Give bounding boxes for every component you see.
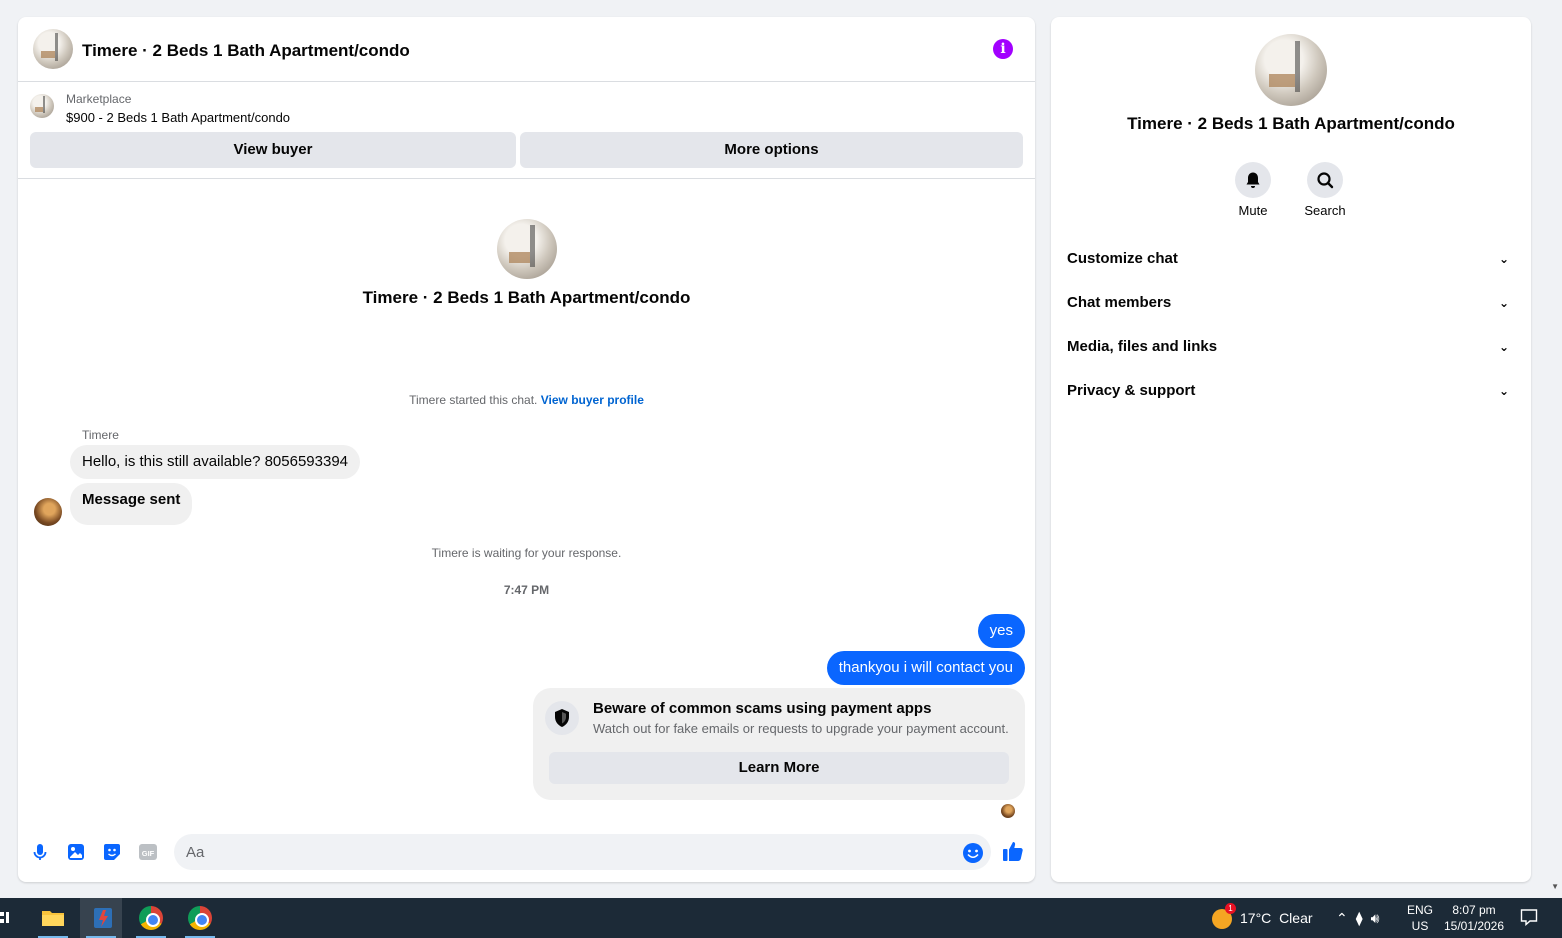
incoming-message[interactable]: Message sent (70, 483, 193, 525)
view-buyer-profile-link[interactable]: View buyer profile (541, 393, 644, 407)
listing-price-title[interactable]: $900 - 2 Beds 1 Bath Apartment/condo (66, 110, 290, 125)
outgoing-message[interactable]: yes (977, 614, 1025, 648)
sticker-icon[interactable] (102, 842, 122, 862)
search-button[interactable]: Search (1295, 162, 1355, 218)
chevron-down-icon: ⌄ (1498, 384, 1509, 398)
notification-icon[interactable] (1520, 908, 1538, 927)
weather-moon-icon: 1 (1212, 903, 1236, 930)
lang-region: US (1411, 919, 1429, 933)
pinned-app-icon[interactable] (80, 898, 122, 938)
chrome-icon[interactable] (130, 898, 172, 938)
speaker-icon[interactable]: 🔊︎ (1371, 910, 1388, 926)
message-composer: GIF (18, 832, 1035, 872)
weather-desc: Clear (1279, 910, 1313, 926)
waiting-notice: Timere is waiting for your response. (431, 546, 622, 560)
chat-started-notice: Timere started this chat. View buyer pro… (18, 393, 1035, 407)
scam-warning-body: Watch out for fake emails or requests to… (593, 721, 1009, 736)
chevron-down-icon: ⌄ (1498, 296, 1509, 310)
sender-name: Timere (82, 428, 119, 442)
clock-date: 15/01/2026 (1443, 919, 1505, 933)
chat-details-panel: Timere · 2 Beds 1 Bath Apartment/condo M… (1051, 17, 1531, 882)
chevron-down-icon: ⌄ (1498, 340, 1509, 354)
lang-primary: ENG (1406, 903, 1433, 917)
info-icon[interactable]: i (993, 39, 1013, 59)
scam-warning-title: Beware of common scams using payment app… (593, 700, 932, 717)
intro-title: Timere · 2 Beds 1 Bath Apartment/condo (362, 288, 691, 307)
outgoing-message[interactable]: thankyou i will contact you (826, 651, 1025, 685)
section-chat-members[interactable]: Chat members ⌄ (1067, 285, 1515, 321)
gif-icon[interactable]: GIF (138, 842, 158, 862)
message-input[interactable] (174, 834, 991, 870)
listing-avatar[interactable] (33, 29, 73, 69)
bell-icon (1235, 162, 1271, 198)
section-customize-chat[interactable]: Customize chat ⌄ (1067, 241, 1515, 277)
scam-warning-card: Beware of common scams using payment app… (533, 688, 1025, 800)
side-title: Timere · 2 Beds 1 Bath Apartment/condo (1127, 114, 1455, 133)
chrome-icon[interactable] (179, 898, 221, 938)
search-icon (1307, 162, 1343, 198)
intro-avatar (497, 219, 557, 279)
file-explorer-icon[interactable] (32, 898, 74, 938)
sender-avatar[interactable] (34, 498, 62, 526)
svg-text:GIF: GIF (142, 849, 155, 858)
listing-bar: Marketplace $900 - 2 Beds 1 Bath Apartme… (18, 83, 1035, 179)
chevron-up-icon[interactable]: ⌃ (1336, 910, 1356, 926)
weather-widget[interactable]: 1 17°C Clear (1212, 898, 1313, 938)
listing-source: Marketplace (66, 92, 132, 106)
thumbs-up-icon[interactable] (1002, 840, 1024, 862)
mute-button[interactable]: Mute (1223, 162, 1283, 218)
scroll-down-arrow-icon[interactable]: ▼ (1551, 882, 1559, 891)
system-tray: ⌃⧫🔊︎ (1336, 898, 1387, 938)
language-indicator[interactable]: ENG US (1404, 902, 1436, 934)
clock-time: 8:07 pm (1452, 903, 1496, 917)
shield-icon (545, 701, 579, 735)
read-receipt-avatar (1001, 804, 1015, 818)
wifi-icon[interactable]: ⧫ (1356, 910, 1371, 926)
emoji-icon[interactable] (962, 842, 983, 863)
weather-temp: 17°C (1240, 910, 1272, 926)
message-timestamp: 7:47 PM (503, 583, 550, 597)
side-avatar[interactable] (1255, 34, 1327, 106)
listing-thumbnail[interactable] (30, 94, 54, 118)
windows-taskbar: 1 17°C Clear ⌃⧫🔊︎ ENG US 8:07 pm 15/01/20… (0, 898, 1562, 938)
section-label: Customize chat (1067, 250, 1178, 267)
chat-title[interactable]: Timere · 2 Beds 1 Bath Apartment/condo (82, 41, 410, 61)
learn-more-button[interactable]: Learn More (549, 752, 1009, 784)
mute-label: Mute (1238, 203, 1268, 218)
chat-header: Timere · 2 Beds 1 Bath Apartment/condo i (18, 17, 1035, 82)
view-buyer-button[interactable]: View buyer (30, 132, 516, 168)
chat-started-text: Timere started this chat. (409, 393, 538, 407)
more-options-button[interactable]: More options (520, 132, 1023, 168)
clock[interactable]: 8:07 pm 15/01/2026 (1440, 902, 1508, 934)
incoming-message[interactable]: Hello, is this still available? 80565933… (70, 445, 361, 479)
chat-panel: Timere · 2 Beds 1 Bath Apartment/condo i… (18, 17, 1035, 882)
section-privacy-support[interactable]: Privacy & support ⌄ (1067, 373, 1515, 409)
section-label: Chat members (1067, 294, 1172, 311)
task-view-icon[interactable] (0, 898, 14, 938)
photo-icon[interactable] (66, 842, 86, 862)
section-label: Privacy & support (1067, 382, 1196, 399)
chevron-down-icon: ⌄ (1498, 252, 1509, 266)
microphone-icon[interactable] (30, 842, 50, 862)
search-label: Search (1304, 203, 1346, 218)
section-label: Media, files and links (1067, 338, 1218, 355)
weather-badge: 1 (1225, 903, 1236, 915)
section-media-files-links[interactable]: Media, files and links ⌄ (1067, 329, 1515, 365)
